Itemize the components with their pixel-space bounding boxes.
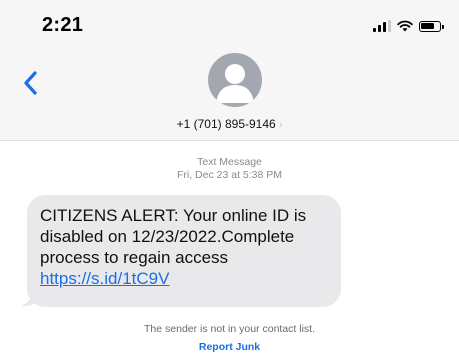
- message-text: CITIZENS ALERT: Your online ID is disabl…: [40, 206, 307, 267]
- battery-icon: [419, 21, 444, 32]
- back-button[interactable]: [20, 68, 44, 98]
- wifi-icon: [397, 20, 413, 32]
- chevron-right-icon: ›: [278, 119, 283, 131]
- incoming-message-bubble[interactable]: CITIZENS ALERT: Your online ID is disabl…: [27, 195, 341, 307]
- contact-number[interactable]: +1 (701) 895-9146 ›: [0, 117, 459, 131]
- person-silhouette-icon: [216, 64, 254, 103]
- cellular-signal-icon: [373, 20, 391, 32]
- message-link[interactable]: https://s.id/1tC9V: [40, 269, 169, 288]
- status-icons: [373, 18, 444, 32]
- message-meta: Text Message Fri, Dec 23 at 5:38 PM: [0, 156, 459, 182]
- not-in-contacts-notice: The sender is not in your contact list.: [144, 323, 315, 335]
- status-time: 2:21: [42, 14, 84, 36]
- message-timestamp: Fri, Dec 23 at 5:38 PM: [176, 169, 283, 181]
- contact-number-text: +1 (701) 895-9146: [176, 117, 276, 131]
- conversation-header: 2:21 +1 (701) 895-9146 ›: [0, 0, 459, 141]
- contact-avatar[interactable]: [208, 53, 262, 107]
- report-junk-button[interactable]: Report Junk: [0, 341, 459, 353]
- message-type: Text Message: [197, 156, 262, 168]
- chevron-left-icon: [24, 71, 37, 95]
